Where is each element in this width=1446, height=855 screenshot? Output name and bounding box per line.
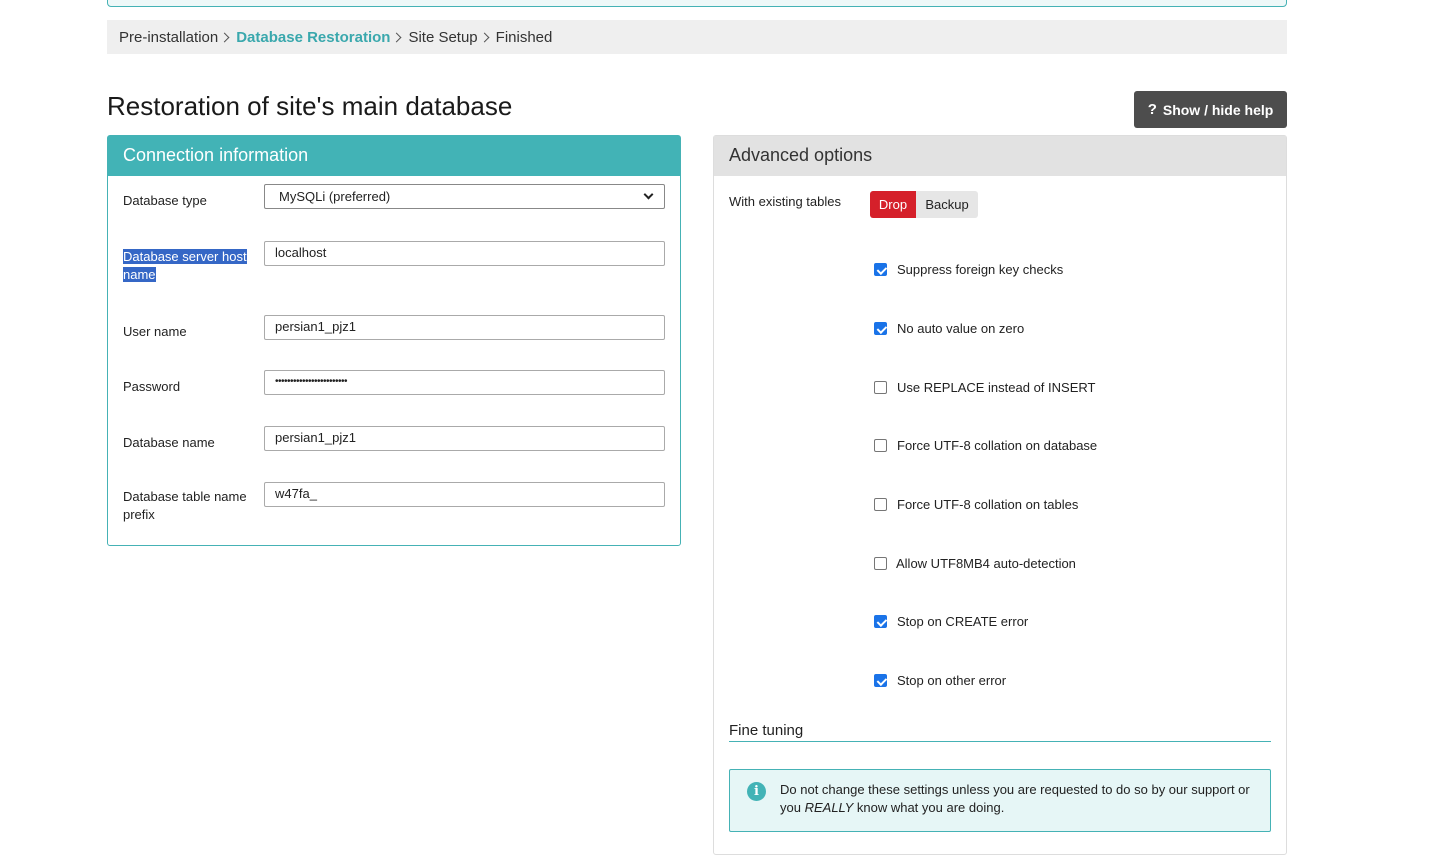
option-utf8-tables[interactable]: Force UTF-8 collation on tables: [874, 497, 1078, 512]
table-prefix-label: Database table name prefix: [123, 489, 247, 522]
breadcrumb-step-preinstallation[interactable]: Pre-installation: [119, 29, 218, 46]
checkbox[interactable]: [874, 263, 887, 276]
password-input[interactable]: ••••••••••••••••••••••••: [264, 370, 665, 395]
db-type-select[interactable]: MySQLi (preferred): [264, 184, 665, 209]
option-label: Use REPLACE instead of INSERT: [897, 380, 1096, 395]
checkbox[interactable]: [874, 322, 887, 335]
option-utf8mb4-autodetect[interactable]: Allow UTF8MB4 auto-detection: [874, 556, 1076, 571]
breadcrumb-step-finished[interactable]: Finished: [496, 29, 553, 46]
option-label: Suppress foreign key checks: [897, 262, 1064, 277]
chevron-right-icon: [219, 32, 230, 42]
checkbox[interactable]: [874, 381, 887, 394]
question-icon: ?: [1147, 101, 1157, 118]
connection-panel-title: Connection information: [108, 136, 680, 176]
chevron-right-icon: [391, 32, 402, 42]
option-stop-on-create-error[interactable]: Stop on CREATE error: [874, 614, 1028, 629]
db-type-label: Database type: [123, 193, 207, 208]
database-name-input[interactable]: persian1_pjz1: [264, 426, 665, 451]
option-suppress-foreign-key-checks[interactable]: Suppress foreign key checks: [874, 262, 1063, 277]
fine-tuning-info-box: i Do not change these settings unless yo…: [729, 769, 1271, 832]
breadcrumb: Pre-installation Database Restoration Si…: [107, 20, 1287, 54]
page-title: Restoration of site's main database: [107, 91, 513, 121]
host-input[interactable]: localhost: [264, 241, 665, 266]
existing-tables-label: With existing tables: [729, 194, 841, 209]
option-label: Force UTF-8 collation on database: [897, 438, 1098, 453]
checkbox[interactable]: [874, 674, 887, 687]
option-label: Force UTF-8 collation on tables: [897, 497, 1079, 512]
breadcrumb-step-site-setup[interactable]: Site Setup: [408, 29, 477, 46]
table-prefix-input[interactable]: w47fa_: [264, 482, 665, 507]
option-no-auto-value-on-zero[interactable]: No auto value on zero: [874, 321, 1024, 336]
connection-information-panel: Connection information Database type MyS…: [107, 135, 681, 546]
backup-button[interactable]: Backup: [916, 191, 978, 218]
top-alert-strip: [107, 0, 1287, 7]
existing-tables-toggle: Drop Backup: [870, 191, 978, 218]
database-name-label: Database name: [123, 435, 215, 450]
advanced-panel-title: Advanced options: [714, 136, 1286, 176]
checkbox[interactable]: [874, 557, 887, 570]
info-text-emphasis: REALLY: [804, 800, 854, 815]
option-label: Stop on other error: [897, 673, 1007, 688]
user-name-input[interactable]: persian1_pjz1: [264, 315, 665, 340]
breadcrumb-step-database-restoration[interactable]: Database Restoration: [236, 29, 390, 46]
checkbox[interactable]: [874, 615, 887, 628]
chevron-right-icon: [479, 32, 490, 42]
info-text-2: know what you are doing.: [853, 800, 1005, 815]
help-button-label: Show / hide help: [1162, 101, 1274, 118]
option-label: Allow UTF8MB4 auto-detection: [896, 556, 1076, 571]
fine-tuning-heading: Fine tuning: [729, 722, 1271, 742]
checkbox[interactable]: [874, 498, 887, 511]
info-icon: i: [747, 782, 766, 801]
option-label: No auto value on zero: [897, 321, 1025, 336]
drop-button[interactable]: Drop: [870, 191, 916, 218]
show-hide-help-button[interactable]: ? Show / hide help: [1134, 91, 1287, 128]
password-label: Password: [123, 379, 181, 394]
option-utf8-database[interactable]: Force UTF-8 collation on database: [874, 438, 1097, 453]
checkbox[interactable]: [874, 439, 887, 452]
chevron-down-icon: [643, 189, 654, 200]
db-type-value: MySQLi (preferred): [279, 189, 391, 204]
option-use-replace[interactable]: Use REPLACE instead of INSERT: [874, 380, 1095, 395]
host-label: Database server host name: [123, 249, 247, 282]
user-name-label: User name: [123, 324, 187, 339]
advanced-options-panel: Advanced options With existing tables Dr…: [713, 135, 1287, 855]
option-label: Stop on CREATE error: [897, 614, 1029, 629]
option-stop-on-other-error[interactable]: Stop on other error: [874, 673, 1006, 688]
